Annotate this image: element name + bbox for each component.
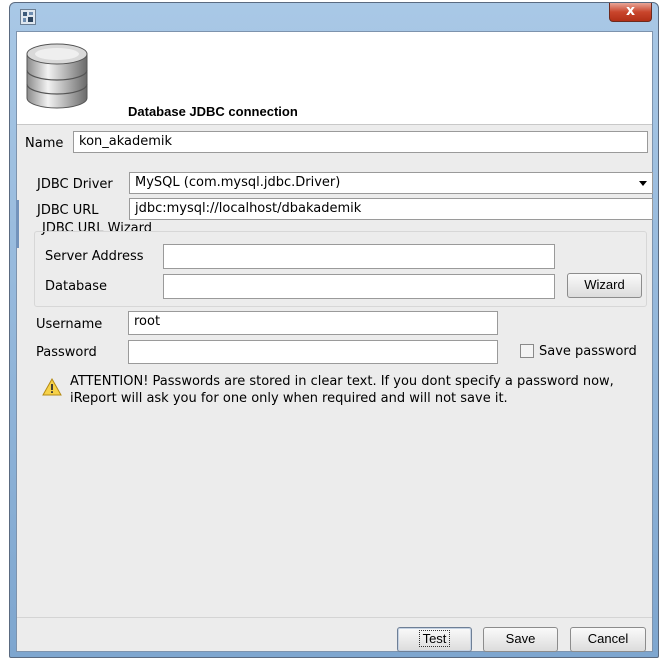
test-button-label: Test — [418, 630, 451, 647]
button-bar-separator — [17, 617, 652, 618]
jdbc-driver-value: MySQL (com.mysql.jdbc.Driver) — [135, 175, 341, 190]
jdbc-url-label: JDBC URL — [37, 203, 99, 218]
save-password-label[interactable]: Save password — [539, 344, 637, 360]
app-icon — [20, 9, 36, 25]
jdbc-driver-label: JDBC Driver — [37, 177, 113, 192]
server-address-field[interactable] — [163, 244, 555, 269]
wizard-button[interactable]: Wizard — [567, 273, 642, 298]
dialog-window: x Database JDBC connection Name kon_akad… — [9, 2, 659, 658]
name-field[interactable]: kon_akademik — [73, 131, 648, 153]
dialog-title: Database JDBC connection — [128, 104, 298, 119]
password-field[interactable] — [128, 340, 498, 364]
save-button[interactable]: Save — [483, 627, 558, 652]
database-label: Database — [45, 279, 108, 294]
dialog-content: Database JDBC connection Name kon_akadem… — [16, 31, 653, 652]
save-password-checkbox[interactable] — [520, 344, 534, 358]
dialog-header: Database JDBC connection — [17, 32, 652, 125]
username-field[interactable]: root — [128, 311, 498, 335]
username-label: Username — [36, 317, 103, 332]
warning-message: ATTENTION! Passwords are stored in clear… — [70, 374, 614, 406]
database-icon — [23, 40, 91, 116]
chevron-down-icon[interactable] — [639, 181, 647, 186]
left-accent-bar — [16, 200, 19, 248]
title-bar: x — [10, 3, 658, 31]
cancel-button[interactable]: Cancel — [570, 627, 646, 652]
jdbc-driver-dropdown[interactable]: MySQL (com.mysql.jdbc.Driver) — [129, 172, 653, 194]
warning-icon — [42, 377, 62, 400]
password-label: Password — [36, 345, 97, 360]
close-button[interactable]: x — [609, 3, 652, 22]
server-address-label: Server Address — [45, 249, 144, 264]
test-button[interactable]: Test — [397, 627, 472, 652]
database-field[interactable] — [163, 274, 555, 299]
jdbc-url-field[interactable]: jdbc:mysql://localhost/dbakademik — [129, 198, 653, 220]
name-label: Name — [25, 136, 64, 151]
